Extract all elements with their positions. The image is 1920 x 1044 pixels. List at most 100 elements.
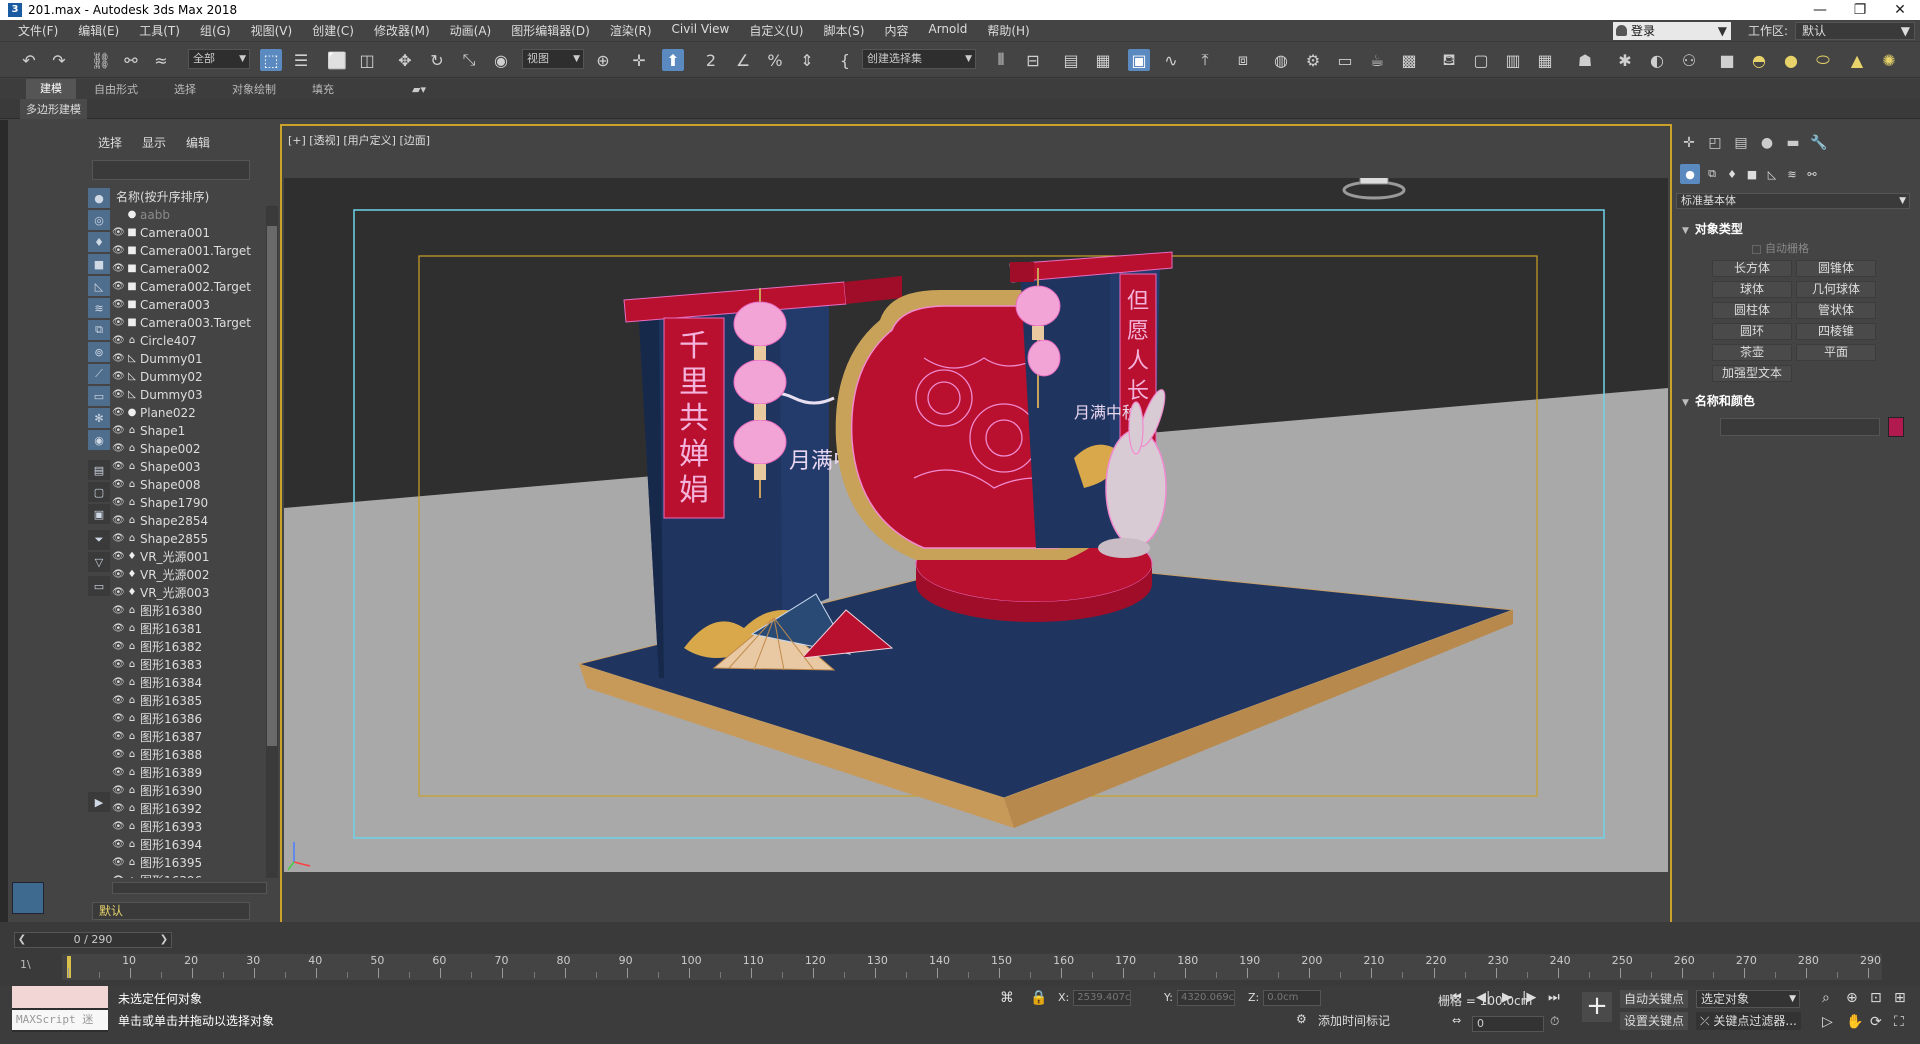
minimize-button[interactable]: — xyxy=(1800,0,1840,20)
display-invert-icon[interactable]: ▣ xyxy=(88,504,110,524)
viewcube[interactable] xyxy=(1342,178,1406,200)
ref-coord-select[interactable]: 视图 ▼ xyxy=(522,49,584,69)
filter-lights-icon[interactable]: ♦ xyxy=(88,232,110,252)
scrollbar-thumb[interactable] xyxy=(267,226,277,746)
teapot-icon[interactable]: ⛾ xyxy=(1438,49,1460,71)
list-item[interactable]: 👁 ⌂ 图形16381 xyxy=(112,620,267,638)
menu-item[interactable]: 组(G) xyxy=(190,22,241,39)
list-item[interactable]: 👁 ⌂ Shape1790 xyxy=(112,494,267,512)
list-item[interactable]: 👁 ⌂ 图形16392 xyxy=(112,800,267,818)
object-color-swatch[interactable] xyxy=(1888,417,1904,437)
align-icon[interactable]: ⊟ xyxy=(1022,49,1044,71)
layer-explorer-icon[interactable]: ▦ xyxy=(1092,49,1114,71)
scene-explorer-icon[interactable]: ▤ xyxy=(1060,49,1082,71)
list-item[interactable]: 👁 ⌂ 图形16390 xyxy=(112,782,267,800)
list-item[interactable]: 👁 ■ Camera001.Target xyxy=(112,242,267,260)
select-manipulate-icon[interactable]: ✛ xyxy=(628,49,650,71)
menu-item[interactable]: 工具(T) xyxy=(129,22,190,39)
filter-containers-icon[interactable]: ▭ xyxy=(88,386,110,406)
eye-icon[interactable]: 👁 xyxy=(112,242,125,260)
eye-icon[interactable]: 👁 xyxy=(112,872,125,878)
list-item[interactable]: 👁 ⌂ 图形16388 xyxy=(112,746,267,764)
ies-light-icon[interactable]: ▲ xyxy=(1846,49,1868,71)
menu-item[interactable]: 编辑(E) xyxy=(68,22,129,39)
eye-icon[interactable]: 👁 xyxy=(112,620,125,638)
eye-icon[interactable]: 👁 xyxy=(112,764,125,782)
menu-item[interactable]: 图形编辑器(D) xyxy=(501,22,600,39)
mirror-icon[interactable]: ⫴ xyxy=(990,49,1012,71)
angle-snap-icon[interactable]: ∠ xyxy=(732,49,754,71)
maxscript-input[interactable]: MAXScript 迷 xyxy=(12,1010,108,1030)
list-item[interactable]: 👁 ♦ VR_光源003 xyxy=(112,584,267,602)
eye-icon[interactable]: 👁 xyxy=(112,260,125,278)
cone-button[interactable]: 圆锥体 xyxy=(1796,260,1876,277)
set-key-button[interactable]: 设置关键点 xyxy=(1620,1012,1689,1030)
eye-icon[interactable]: 👁 xyxy=(112,314,125,332)
eye-icon[interactable]: 👁 xyxy=(112,728,125,746)
menu-item[interactable]: 帮助(H) xyxy=(977,22,1039,39)
eye-icon[interactable]: 👁 xyxy=(112,584,125,602)
list-item[interactable]: 👁 ⌂ 图形16387 xyxy=(112,728,267,746)
list-item[interactable]: 👁 ⌂ 图形16386 xyxy=(112,710,267,728)
login-dropdown[interactable]: 登录 ▼ xyxy=(1613,22,1731,40)
box-button[interactable]: 长方体 xyxy=(1712,260,1792,277)
list-item[interactable]: 👁 ♦ VR_光源001 xyxy=(112,548,267,566)
maximize-viewport-icon[interactable]: ⛶ xyxy=(1894,1014,1904,1030)
eye-icon[interactable]: 👁 xyxy=(112,422,125,440)
isolate-icon[interactable]: ⌘ xyxy=(1000,990,1014,1006)
menu-item[interactable]: 文件(F) xyxy=(8,22,68,39)
menu-item[interactable]: Civil View xyxy=(662,22,740,39)
utilities-tab-icon[interactable]: 🔧 xyxy=(1808,132,1830,154)
scene-list-hscrollbar[interactable] xyxy=(112,882,267,894)
pyramid-button[interactable]: 四棱锥 xyxy=(1796,323,1876,340)
ribbon-icon[interactable]: ▣ xyxy=(1128,49,1150,71)
list-item[interactable]: 👁 ⌂ 图形16380 xyxy=(112,602,267,620)
layer-select[interactable]: 默认 xyxy=(92,902,250,920)
schematic-icon[interactable]: ⧈ xyxy=(1232,49,1254,71)
menu-item[interactable]: 修改器(M) xyxy=(364,22,440,39)
menu-item[interactable]: 脚本(S) xyxy=(813,22,874,39)
se-tab-display[interactable]: 显示 xyxy=(142,134,166,151)
eye-icon[interactable]: 👁 xyxy=(112,548,125,566)
key-mode-icon[interactable]: ⇔ xyxy=(1452,1014,1461,1027)
viewport-label[interactable]: [+] [透视] [用户定义] [边面] xyxy=(288,132,430,148)
eye-icon[interactable]: 👁 xyxy=(112,674,125,692)
list-item[interactable]: 👁 ⌂ 图形16384 xyxy=(112,674,267,692)
move-icon[interactable]: ✥ xyxy=(394,49,416,71)
list-item[interactable]: 👁 ⌂ 图形16383 xyxy=(112,656,267,674)
coord-x-field[interactable]: 2539.407c xyxy=(1073,990,1132,1006)
vray-settings-icon[interactable]: ⚇ xyxy=(1678,49,1700,71)
coord-z-field[interactable]: 0.0cm xyxy=(1263,990,1322,1006)
eye-icon[interactable]: 👁 xyxy=(112,296,125,314)
goto-start-icon[interactable]: ⏮ xyxy=(1450,990,1462,1005)
menu-item[interactable]: 渲染(R) xyxy=(600,22,662,39)
geometry-category-icon[interactable]: ● xyxy=(1680,164,1700,184)
goto-end-icon[interactable]: ⏭ xyxy=(1548,990,1560,1005)
se-tab-select[interactable]: 选择 xyxy=(98,134,122,151)
eye-icon[interactable]: 👁 xyxy=(112,638,125,656)
plane-button[interactable]: 平面 xyxy=(1796,344,1876,361)
place-icon[interactable]: ◉ xyxy=(490,49,512,71)
zoom-all-icon[interactable]: ⊕ xyxy=(1846,990,1858,1006)
eye-icon[interactable]: 👁 xyxy=(112,656,125,674)
auto-key-button[interactable]: 自动关键点 xyxy=(1620,990,1689,1008)
lock-icon[interactable]: 🔒 xyxy=(1030,990,1047,1006)
play-icon[interactable]: ▶ xyxy=(1502,990,1512,1005)
list-item[interactable]: 👁 ⌂ 图形16385 xyxy=(112,692,267,710)
viewport-canvas[interactable]: 千 里 共 婵 娟 月满中秋 但 愿 人 长 月满中秋 xyxy=(284,178,1668,872)
list-item[interactable]: ● aabb xyxy=(112,206,267,224)
list-item[interactable]: 👁 ■ Camera002.Target xyxy=(112,278,267,296)
eye-icon[interactable]: 👁 xyxy=(112,692,125,710)
eye-icon[interactable]: 👁 xyxy=(112,278,125,296)
eye-icon[interactable]: 👁 xyxy=(112,782,125,800)
menu-item[interactable]: 视图(V) xyxy=(241,22,303,39)
key-filters-button[interactable]: ⤫ 关键点过滤器... xyxy=(1696,1012,1801,1030)
torus-button[interactable]: 圆环 xyxy=(1712,323,1792,340)
list-item[interactable]: 👁 ⌂ 图形16382 xyxy=(112,638,267,656)
autogrid-checkbox[interactable]: 自动栅格 xyxy=(1752,240,1809,256)
list-item[interactable]: 👁 ⌂ Shape008 xyxy=(112,476,267,494)
rendered-frame-icon[interactable]: ▭ xyxy=(1334,49,1356,71)
cameras-category-icon[interactable]: ■ xyxy=(1742,164,1762,184)
eye-icon[interactable]: 👁 xyxy=(112,710,125,728)
menu-item[interactable]: 创建(C) xyxy=(302,22,364,39)
